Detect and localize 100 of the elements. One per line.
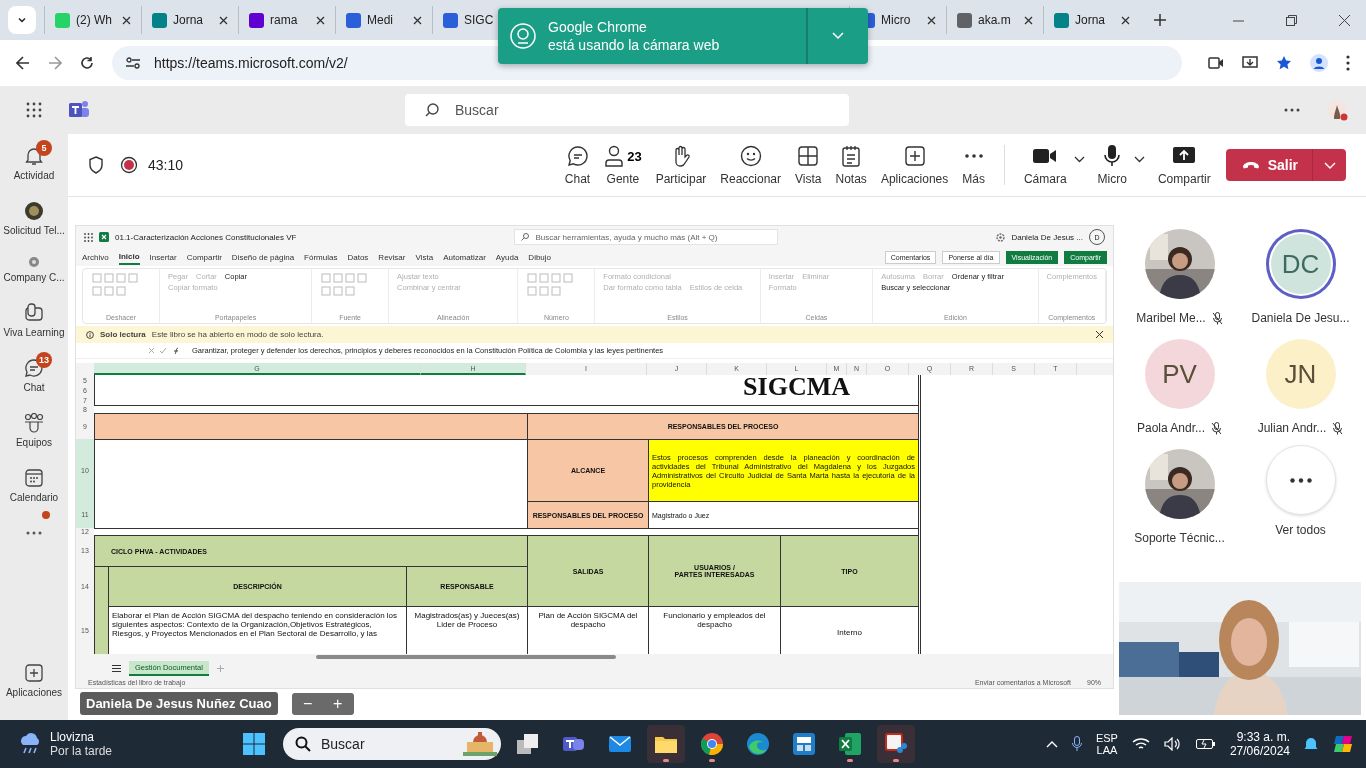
rail-item[interactable]: Equipos [0,407,68,454]
browser-tab[interactable]: (2) Wh [44,6,141,34]
close-icon[interactable] [1024,15,1033,25]
ribbon-tab[interactable]: Datos [347,250,369,264]
back-icon[interactable] [16,56,30,70]
toolbar-button[interactable]: Participar [648,144,714,186]
weather-title: Llovizna [50,730,96,744]
search-field[interactable]: Buscar herramientas, ayuda y mucho más (Alt + Q) [514,229,779,245]
bell-icon[interactable] [1304,736,1318,752]
close-icon[interactable] [1096,331,1103,338]
browser-tab[interactable]: Jorna [141,6,238,34]
close-icon[interactable] [1121,15,1130,25]
rail-item[interactable]: Viva Learning [0,297,68,344]
language-code[interactable]: ESP [1095,732,1118,744]
start-icon[interactable] [243,733,265,755]
more-icon[interactable] [1284,108,1300,112]
ribbon-tab[interactable]: Revisar [378,250,406,264]
rail-item[interactable]: Company C... [0,250,68,289]
install-icon[interactable] [1242,56,1258,70]
meeting-timer: 43:10 [148,157,184,173]
toolbar-button[interactable]: Compartir [1150,144,1218,186]
rail-item[interactable]: Solicitud Tel... [0,195,68,242]
search-field[interactable]: Buscar [283,728,501,760]
settings-icon[interactable] [996,232,1006,242]
ribbon-tab[interactable]: Compartir [186,250,222,264]
ribbon-tab[interactable]: Inicio [118,249,140,265]
video-camera-icon [1033,148,1058,164]
user-avatar[interactable] [1326,99,1348,121]
toolbar-button[interactable]: Micro [1090,144,1134,186]
zoom-in-button[interactable]: + [329,694,346,713]
bookmark-star-icon[interactable] [1276,55,1292,71]
ribbon-tab[interactable]: Archivo [82,250,109,264]
shield-icon[interactable] [88,156,104,174]
close-icon[interactable] [927,15,936,25]
rail-item[interactable]: 13 Chat [0,352,68,399]
microphone-icon[interactable] [1071,736,1082,752]
close-icon[interactable] [122,15,131,25]
spreadsheet-icon [99,232,109,242]
rail-item[interactable]: 5 Actividad [0,140,68,187]
battery-icon[interactable] [1195,738,1216,750]
toolbar-button[interactable]: Reaccionar [713,144,789,186]
ribbon-tab[interactable]: Diseño de página [231,250,295,264]
volume-icon[interactable] [1163,737,1182,751]
close-icon[interactable] [413,15,422,25]
camera-icon[interactable] [1208,57,1224,69]
toolbar-button[interactable]: Notas [828,144,874,186]
clock-time[interactable]: 9:33 a. m. [1236,730,1290,744]
search-icon [521,233,530,241]
close-icon[interactable] [219,15,228,25]
toolbar-button[interactable]: 23 Gente [597,144,649,186]
add-icon [904,146,925,166]
chat-icon [566,145,589,167]
rail-item[interactable]: Calendario [0,462,68,509]
ribbon-tab[interactable]: Ayuda [495,250,519,264]
app-launcher-icon[interactable] [26,102,42,118]
app-launcher-icon[interactable] [84,232,93,242]
leave-button[interactable]: Salir [1225,149,1312,181]
menu-icon[interactable] [1346,55,1350,71]
forward-icon[interactable] [48,56,62,70]
ribbon-tab[interactable]: Vista [415,250,434,264]
toolbar-button[interactable]: Cámara [1016,144,1074,186]
ribbon-tab[interactable]: Automatizar [443,250,486,264]
ribbon-tab[interactable]: Dibujo [528,250,552,264]
zoom-out-button[interactable]: − [299,694,316,713]
taskbar-app[interactable] [647,725,685,763]
participant-count: 23 [627,148,642,164]
search-icon [295,736,311,752]
search-field[interactable]: Buscar [405,94,849,126]
rail-item[interactable]: Aplicaciones [0,657,68,704]
close-icon[interactable] [316,15,325,25]
emblem-icon [24,201,44,221]
new-tab-icon[interactable] [1154,14,1166,26]
menu-icon[interactable] [112,664,121,672]
browser-tab[interactable]: rama [238,6,335,34]
clock-date[interactable]: 27/06/2024 [1229,744,1290,758]
taskbar-app[interactable] [877,725,915,763]
browser-tab[interactable]: Jorna [1043,6,1140,34]
site-settings-icon[interactable] [126,57,140,69]
profile-icon[interactable] [1310,54,1328,72]
ribbon-tab[interactable]: Fórmulas [304,250,338,264]
toolbar-button[interactable]: Vista [788,144,829,186]
toolbar-button[interactable]: Chat [557,144,598,186]
keyboard-layout[interactable]: LAA [1096,744,1118,756]
reload-icon[interactable] [80,56,94,70]
browser-tab[interactable]: Medi [335,6,432,34]
restore-icon[interactable] [1286,14,1297,26]
close-icon[interactable] [1339,14,1350,26]
more-icon [1289,477,1312,483]
tiles-app-icon [793,733,815,755]
chevron-down-icon[interactable] [1133,155,1145,163]
toolbar-button[interactable]: Más [955,144,992,186]
chevron-up-icon[interactable] [1045,740,1058,748]
toolbar-button[interactable]: Aplicaciones [873,144,956,186]
browser-tab[interactable]: aka.m [946,6,1043,34]
ribbon-tab[interactable]: Insertar [149,250,177,264]
leave-menu-button[interactable] [1312,149,1346,181]
participant-name: Daniela De Jesu... [1251,311,1350,325]
chevron-down-icon[interactable] [1073,155,1085,163]
wifi-icon[interactable] [1131,737,1150,751]
scroll-thumb[interactable] [316,655,616,659]
